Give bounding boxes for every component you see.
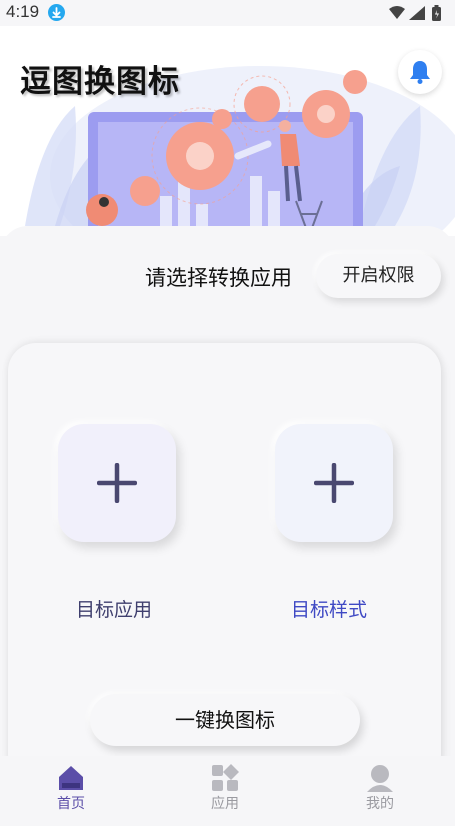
tab-home[interactable]: 首页	[26, 756, 116, 820]
convert-icon-button[interactable]: 一键换图标	[90, 694, 360, 746]
user-icon	[367, 765, 393, 792]
target-style-label: 目标样式	[291, 599, 368, 621]
bell-icon	[410, 61, 430, 84]
tab-home-label: 首页	[57, 796, 85, 812]
apps-icon	[212, 764, 239, 791]
target-style-picker[interactable]	[275, 424, 393, 542]
download-icon	[48, 4, 65, 21]
enable-permission-button[interactable]: 开启权限	[316, 254, 441, 298]
tab-apps-label: 应用	[211, 796, 239, 812]
app-title: 逗图换图标	[20, 64, 180, 100]
notification-button[interactable]	[398, 50, 442, 94]
status-bar: 4:19	[0, 0, 455, 26]
signal-icon	[409, 6, 425, 20]
tab-mine-label: 我的	[366, 796, 394, 812]
status-time: 4:19	[6, 2, 40, 21]
wifi-icon	[389, 6, 405, 19]
tab-apps[interactable]: 应用	[180, 756, 270, 820]
select-app-prompt: 请选择转换应用	[145, 266, 292, 290]
battery-icon	[432, 5, 441, 21]
tab-mine[interactable]: 我的	[335, 756, 425, 820]
bottom-tab-bar: 首页 应用 我的	[0, 756, 455, 820]
target-app-picker[interactable]	[58, 424, 176, 542]
home-icon	[59, 766, 83, 790]
plus-icon	[314, 463, 354, 503]
target-app-label: 目标应用	[76, 599, 153, 621]
plus-icon	[97, 463, 137, 503]
status-icons	[387, 4, 447, 26]
